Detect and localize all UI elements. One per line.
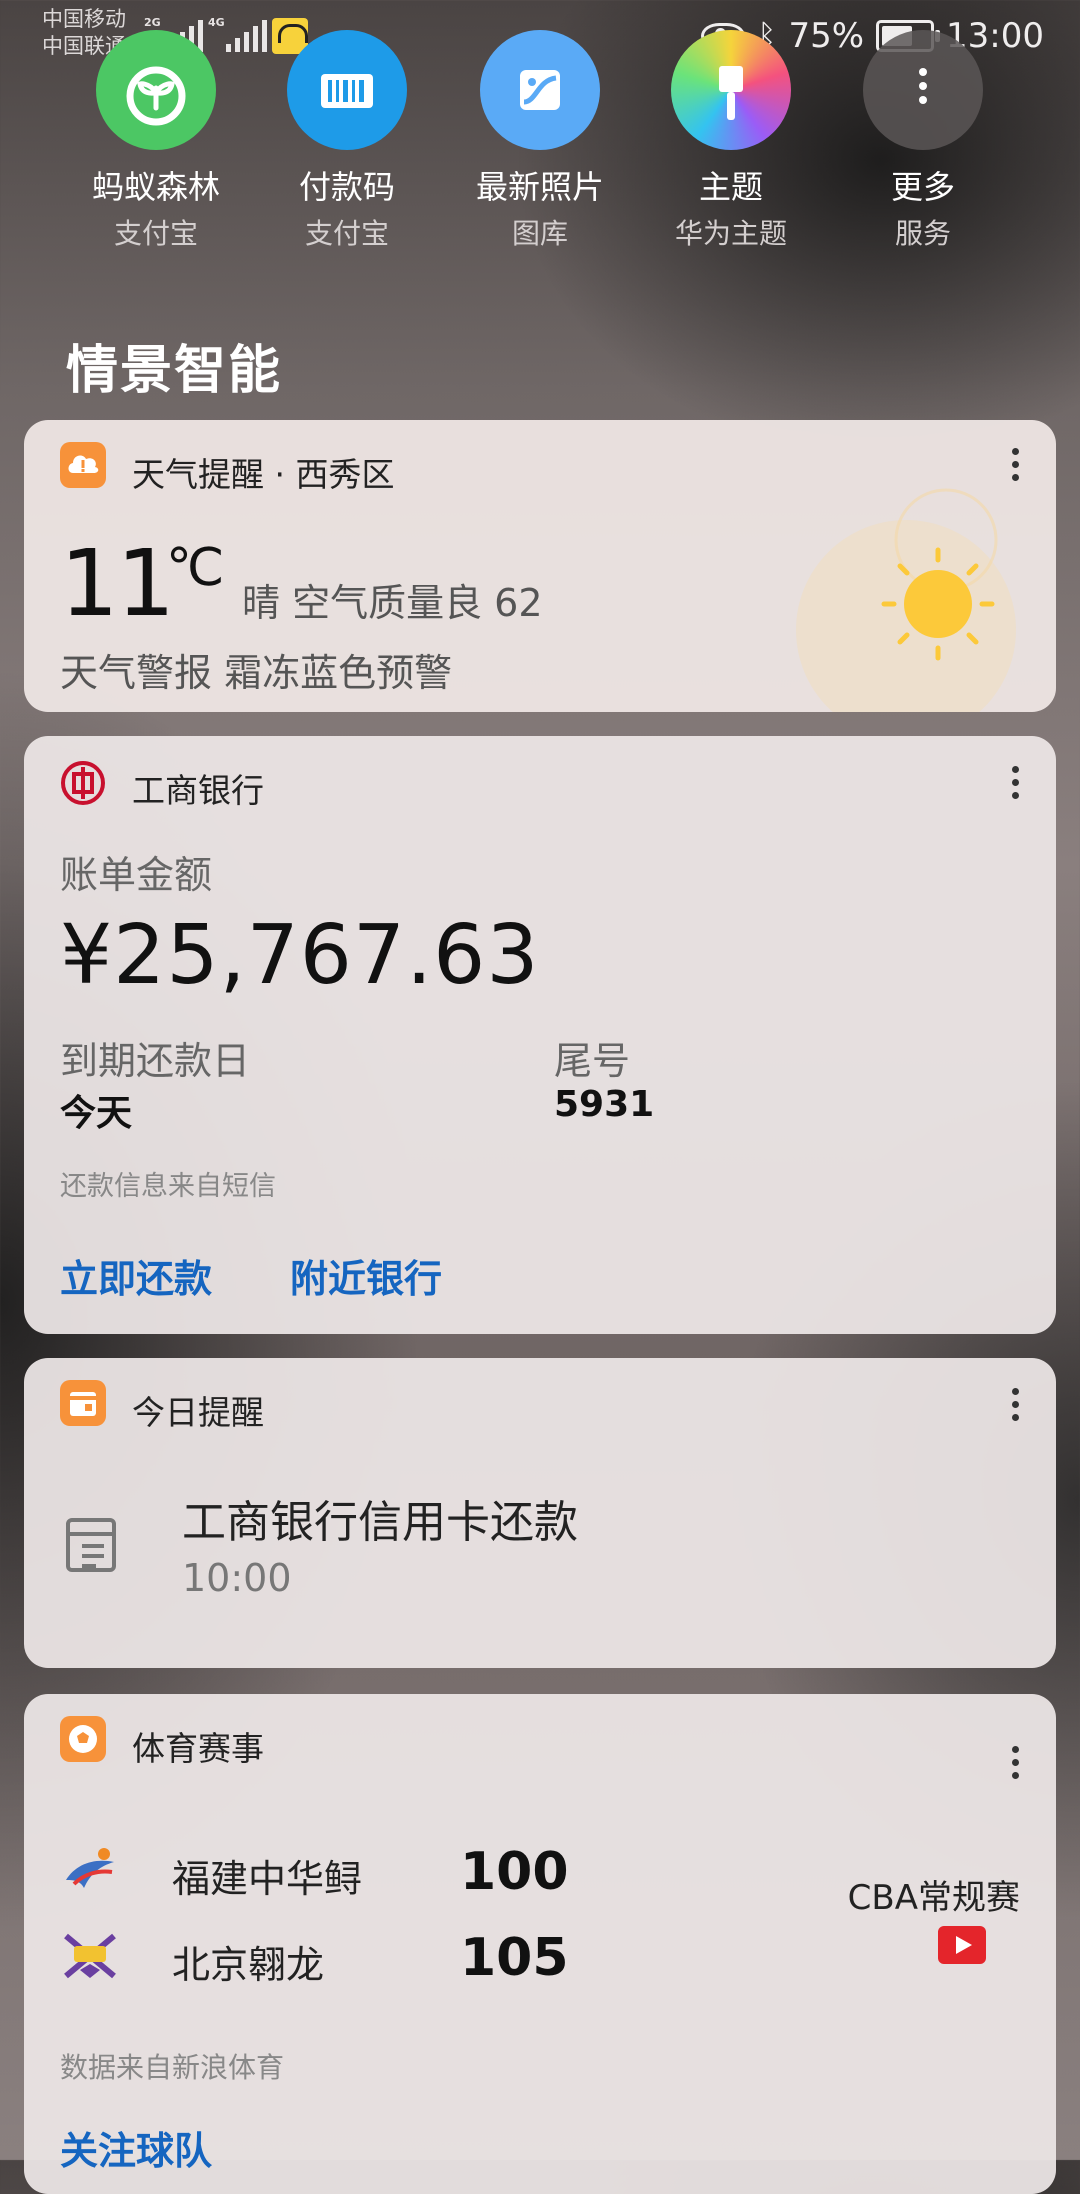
shortcut-sub: 图库	[511, 217, 568, 250]
team-score: 105	[460, 1928, 569, 1988]
reminder-item-title: 工商银行信用卡还款	[182, 1497, 578, 1548]
more-options-icon[interactable]	[1010, 448, 1020, 487]
more-options-icon[interactable]	[1010, 766, 1020, 805]
league-name: CBA常规赛	[847, 1878, 1020, 1918]
weather-condition: 晴 空气质量良 62	[242, 581, 543, 625]
team-name: 福建中华鲟	[172, 1857, 363, 1901]
app-shortcuts: 蚂蚁森林 支付宝 付款码 支付宝 最新照片 图库 主题 华为主题 更多 服务	[0, 30, 1080, 270]
team-name: 北京翱龙	[172, 1943, 325, 1987]
video-play-icon[interactable]	[938, 1926, 986, 1964]
fujian-team-logo-icon	[60, 1840, 120, 1900]
card-tail-label: 尾号	[554, 1039, 631, 1083]
shortcut-more[interactable]: 更多 服务	[828, 30, 1018, 252]
weather-alert: 天气警报 霜冻蓝色预警	[60, 651, 453, 695]
temperature-unit: ℃	[166, 538, 225, 598]
photo-icon	[480, 30, 600, 150]
shortcut-sub: 支付宝	[304, 217, 389, 250]
sports-source: 数据来自新浪体育	[60, 2051, 285, 2084]
sun-icon	[796, 488, 1016, 712]
battery-percent: 75%	[788, 16, 865, 56]
temperature: 11	[60, 530, 175, 637]
weather-title: 天气提醒 · 西秀区	[132, 455, 395, 494]
shortcut-name: 付款码	[298, 168, 395, 206]
reminder-item-time: 10:00	[182, 1556, 292, 1600]
shortcut-ant-forest[interactable]: 蚂蚁森林 支付宝	[61, 30, 251, 252]
sports-title: 体育赛事	[132, 1729, 264, 1768]
shortcut-name: 主题	[698, 168, 763, 206]
bank-bill-card[interactable]: 工商银行 账单金额 ¥25,767.63 到期还款日 今天 尾号 5931 还款…	[24, 736, 1056, 1334]
pay-now-button[interactable]: 立即还款	[60, 1248, 212, 1303]
reminder-title: 今日提醒	[132, 1393, 264, 1432]
card-tail-value: 5931	[554, 1084, 655, 1125]
shortcut-name: 更多	[890, 168, 955, 206]
beijing-team-logo-icon	[60, 1926, 120, 1986]
follow-team-button[interactable]: 关注球队	[60, 2120, 212, 2175]
shortcut-sub: 支付宝	[113, 217, 198, 250]
weather-card[interactable]: 天气提醒 · 西秀区 11 ℃ 晴 空气质量良 62 天气警报 霜冻蓝色预警	[24, 420, 1056, 712]
team-score: 100	[460, 1842, 569, 1902]
carrier-1: 中国移动	[42, 7, 126, 31]
shortcut-themes[interactable]: 主题 华为主题	[636, 30, 826, 252]
shortcut-sub: 华为主题	[674, 217, 787, 250]
bank-name: 工商银行	[132, 771, 264, 810]
shortcut-sub: 服务	[894, 217, 951, 250]
info-source: 还款信息来自短信	[60, 1171, 276, 1202]
due-date-value: 今天	[60, 1093, 133, 1134]
more-options-icon[interactable]	[1010, 1746, 1020, 1785]
shortcut-pay-code[interactable]: 付款码 支付宝	[252, 30, 442, 252]
more-options-icon[interactable]	[1010, 1388, 1020, 1427]
brush-icon	[671, 30, 791, 150]
today-reminder-card[interactable]: 今日提醒 工商银行信用卡还款 10:00	[24, 1358, 1056, 1668]
calendar-icon	[60, 1380, 106, 1426]
barcode-icon	[287, 30, 407, 150]
shortcut-name: 最新照片	[475, 168, 604, 206]
sprout-icon	[96, 30, 216, 150]
shortcut-latest-photos[interactable]: 最新照片 图库	[445, 30, 635, 252]
shortcut-name: 蚂蚁森林	[91, 168, 220, 206]
icbc-logo-icon	[60, 760, 106, 806]
more-vertical-icon	[863, 30, 983, 150]
sports-card[interactable]: 体育赛事 福建中华鲟 100 北京翱龙 105 CBA常规赛 数据来自新浪体育 …	[24, 1694, 1056, 2194]
due-date-label: 到期还款日	[60, 1039, 251, 1083]
section-title: 情景智能	[66, 341, 283, 401]
ball-icon	[60, 1716, 106, 1762]
bill-amount: ¥25,767.63	[60, 908, 540, 1003]
amount-label: 账单金额	[60, 853, 213, 897]
event-list-icon	[66, 1518, 116, 1572]
weather-alert-icon	[60, 442, 106, 488]
nearby-bank-button[interactable]: 附近银行	[290, 1248, 442, 1303]
